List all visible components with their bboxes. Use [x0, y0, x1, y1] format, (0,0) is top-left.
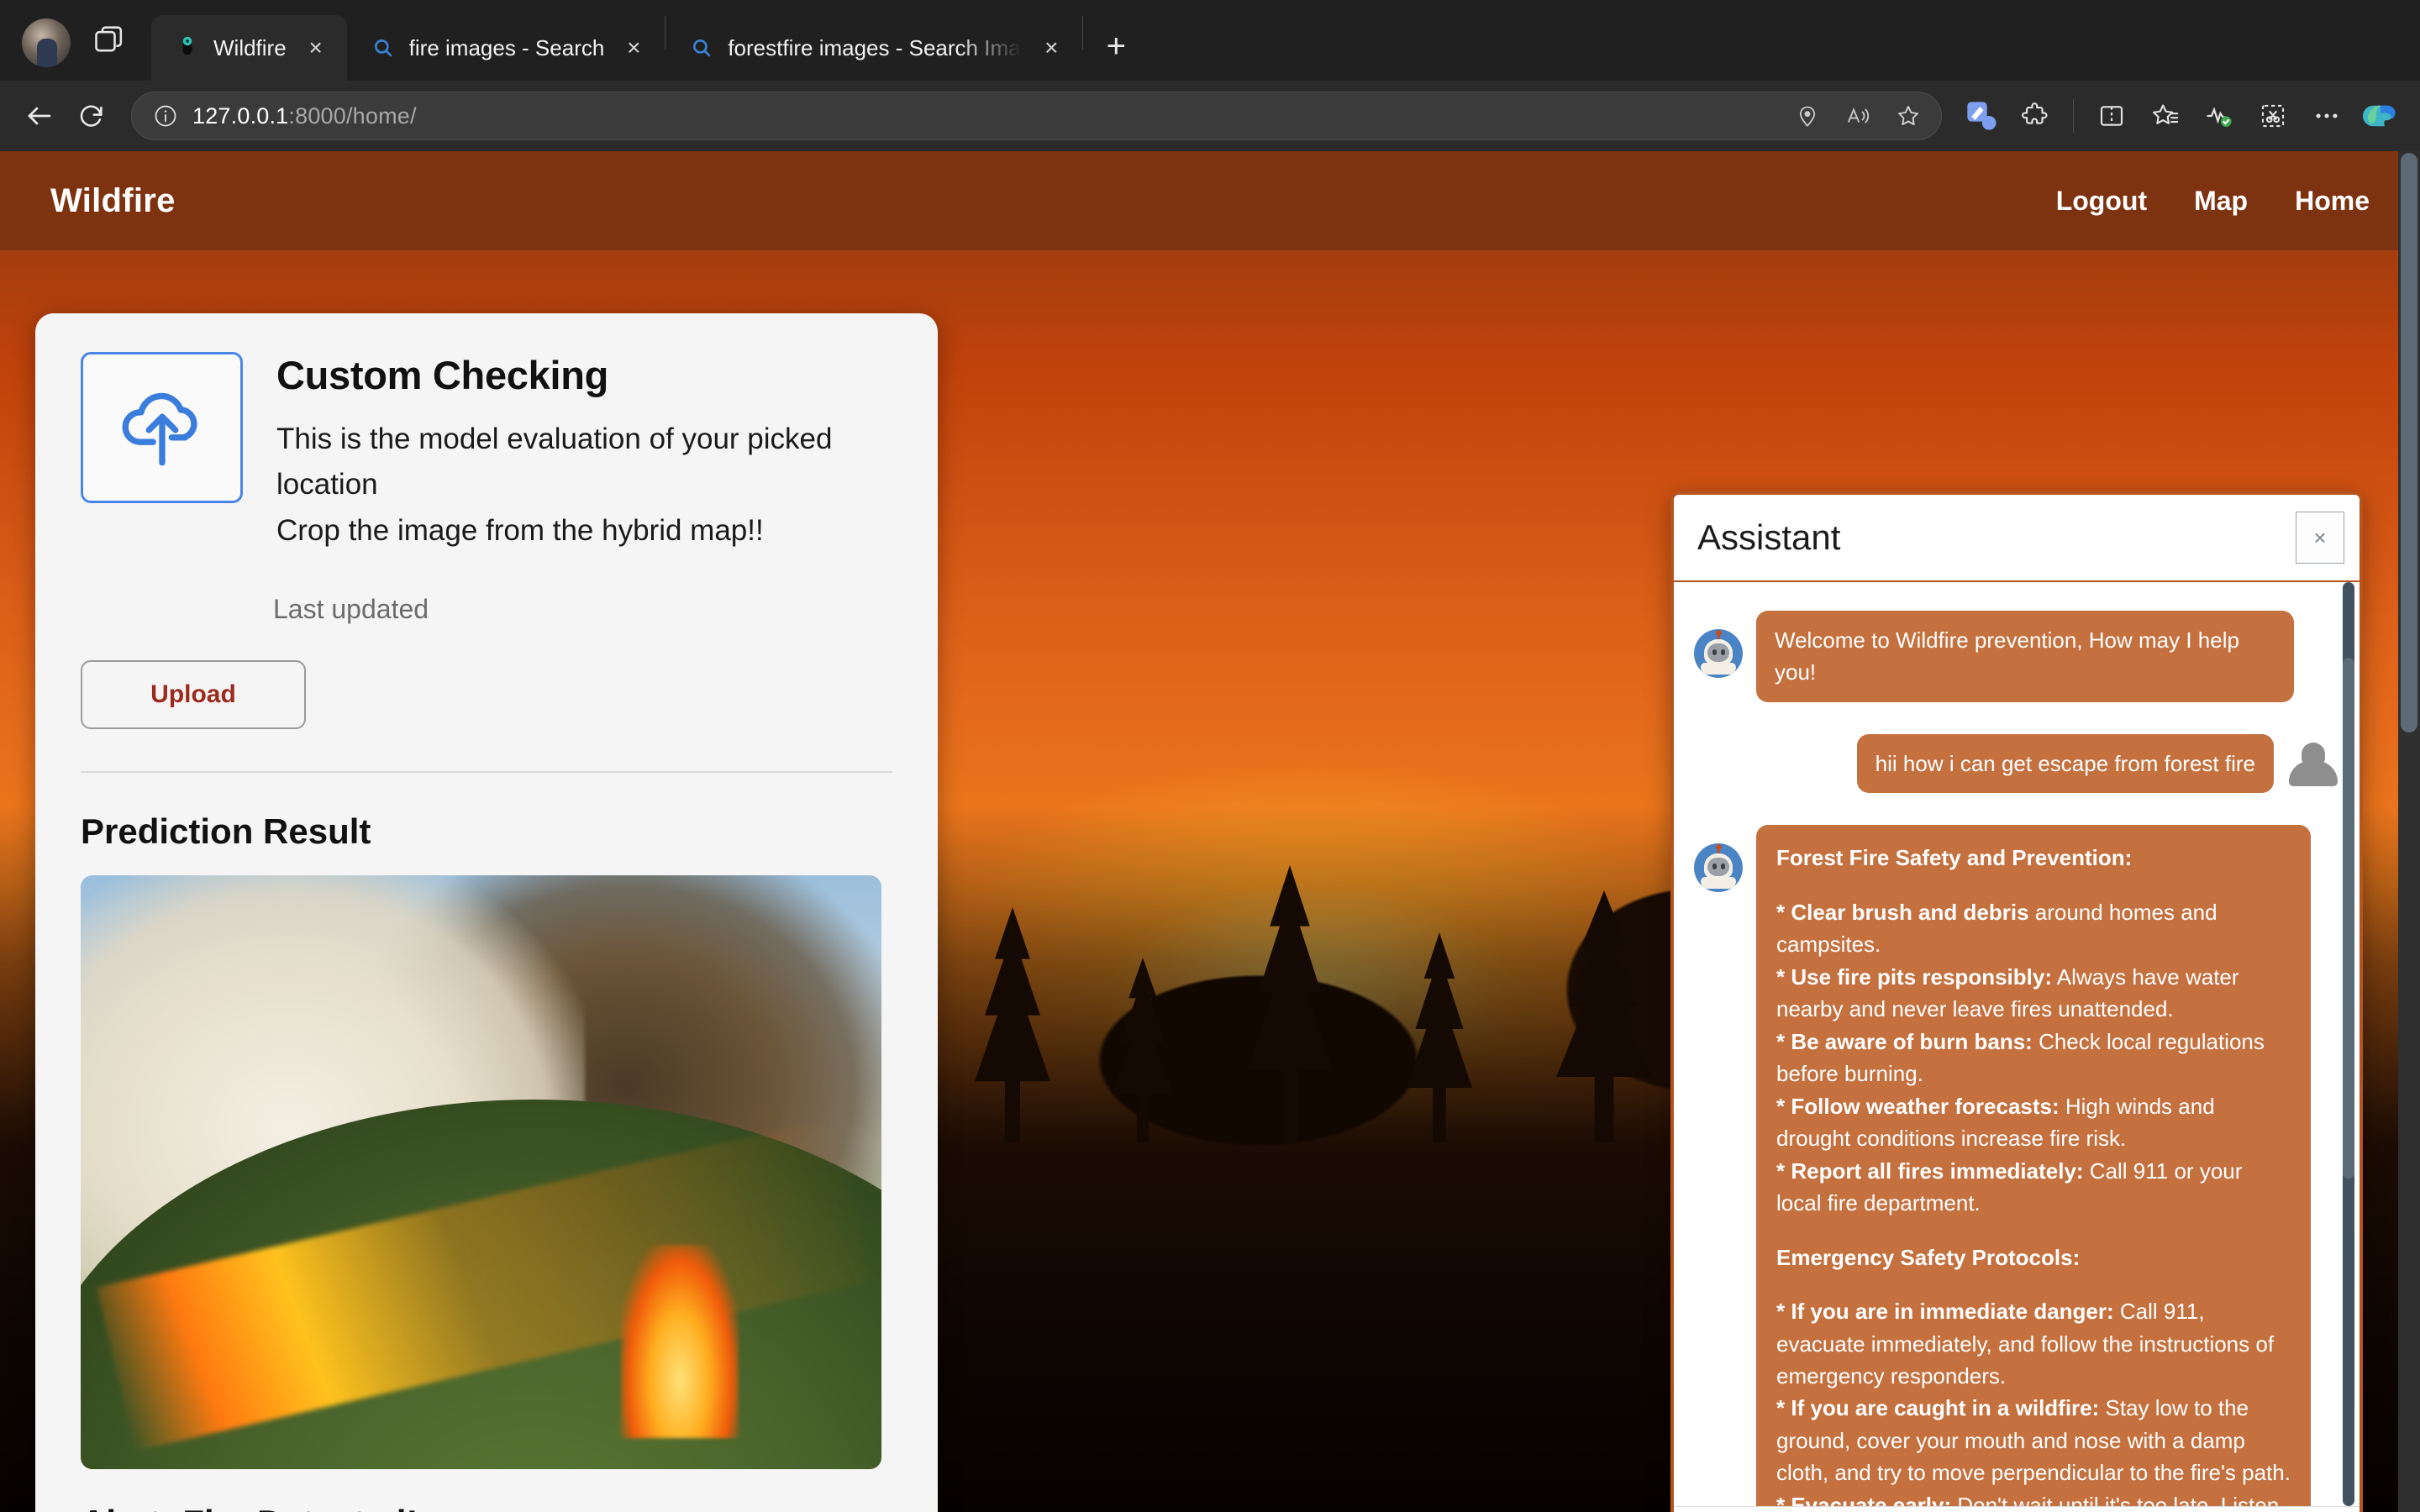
profile-avatar[interactable] — [22, 18, 71, 67]
bullet-3-bold: * Be aware of burn bans: — [1776, 1028, 2033, 1054]
bullet2-3-bold: * Evacuate early: — [1776, 1492, 1952, 1506]
cloud-upload-icon[interactable] — [81, 352, 243, 503]
chat-message-bot-safety: Forest Fire Safety and Prevention: * Cle… — [1694, 825, 2339, 1506]
bullet-5-bold: * Report all fires immediately: — [1776, 1158, 2084, 1184]
toolbar-divider — [2073, 99, 2074, 133]
close-icon[interactable]: × — [1034, 30, 1069, 66]
nav-links: Logout Map Home — [2056, 186, 2370, 217]
extensions-icon[interactable] — [2011, 92, 2060, 140]
upload-button[interactable]: Upload — [81, 659, 306, 729]
close-icon[interactable]: × — [616, 30, 651, 66]
tab-title: forestfire images - Search Imag — [728, 34, 1023, 60]
chat-header: Assistant × — [1674, 495, 2360, 582]
card-divider — [81, 770, 892, 773]
close-icon[interactable]: × — [2296, 512, 2344, 564]
url-text: 127.0.0.1:8000/home/ — [184, 103, 1783, 129]
prediction-result-heading: Prediction Result — [81, 811, 371, 851]
browser-window: Wildfire × fire images - Search × forest… — [0, 0, 2420, 1512]
browser-toolbar: 127.0.0.1:8000/home/ — [0, 81, 2420, 151]
site-navbar: Wildfire Logout Map Home — [0, 151, 2420, 250]
bullet-1-bold: * Clear brush and debris — [1776, 899, 2029, 925]
nav-link-logout[interactable]: Logout — [2056, 186, 2147, 217]
chat-input-row: Send — [1674, 1506, 2360, 1512]
favorites-star-icon[interactable] — [2141, 92, 2190, 140]
close-icon[interactable]: × — [298, 30, 334, 66]
card-text-block: Custom Checking This is the model evalua… — [276, 352, 892, 554]
info-icon[interactable] — [147, 97, 184, 134]
prediction-result-image — [81, 874, 881, 1469]
brand-logo[interactable]: Wildfire — [50, 182, 176, 220]
back-arrow-icon[interactable] — [15, 92, 64, 140]
url-path: :8000/home/ — [288, 102, 417, 129]
bullet-2-bold: * Use fire pits responsibly: — [1776, 963, 2052, 990]
last-updated-text: Last updated — [273, 593, 429, 624]
location-pin-icon[interactable] — [1783, 92, 1832, 140]
chat-message-bot-welcome: Welcome to Wildfire prevention, How may … — [1694, 611, 2339, 702]
tab-strip: Wildfire × fire images - Search × forest… — [0, 0, 2420, 81]
bot-avatar-icon — [1694, 629, 1743, 678]
chat-title: Assistant — [1697, 517, 1841, 557]
bullet2-1-bold: * If you are in immediate danger: — [1776, 1299, 2114, 1325]
chat-bubble: hii how i can get escape from forest fir… — [1856, 733, 2274, 794]
card-description-1: This is the model evaluation of your pic… — [276, 423, 833, 501]
toolbar-right-icons — [1957, 92, 2405, 140]
chat-bubble: Welcome to Wildfire prevention, How may … — [1756, 611, 2294, 702]
copilot-icon[interactable] — [2356, 92, 2405, 140]
card-description-2: Crop the image from the hybrid map!! — [276, 513, 764, 547]
more-options-icon[interactable] — [2302, 92, 2351, 140]
chat-scrollbar[interactable] — [2343, 582, 2354, 1506]
url-host: 127.0.0.1 — [192, 102, 289, 129]
screenshot-icon[interactable] — [2249, 92, 2297, 140]
page-title: Custom Checking — [276, 353, 609, 397]
page-scrollbar-thumb[interactable] — [2401, 153, 2417, 732]
bot-avatar-icon — [1694, 843, 1743, 893]
bullet2-2-bold: * If you are caught in a wildfire: — [1776, 1395, 2100, 1421]
tab-title: fire images - Search — [408, 34, 605, 60]
chat-message-list[interactable]: Welcome to Wildfire prevention, How may … — [1674, 582, 2360, 1506]
favorite-star-icon[interactable] — [1884, 92, 1933, 140]
custom-checking-card: Custom Checking This is the model evalua… — [35, 313, 938, 1512]
bullet-4-bold: * Follow weather forecasts: — [1776, 1093, 2060, 1119]
tab-forestfire-images[interactable]: forestfire images - Search Imag × — [666, 15, 1082, 81]
tab-fire-images[interactable]: fire images - Search × — [347, 15, 666, 81]
address-bar[interactable]: 127.0.0.1:8000/home/ — [131, 92, 1942, 140]
assistant-chat-panel: Assistant × Welcome to Wildfire preventi… — [1670, 491, 2363, 1512]
page-scrollbar[interactable] — [2398, 151, 2420, 1512]
chat-bubble: Forest Fire Safety and Prevention: * Cle… — [1756, 825, 2311, 1506]
split-screen-icon[interactable] — [2087, 92, 2136, 140]
new-tab-button[interactable]: + — [1092, 22, 1140, 71]
browser-essentials-icon[interactable] — [2195, 92, 2244, 140]
tab-wildfire[interactable]: Wildfire × — [151, 15, 347, 81]
nav-link-home[interactable]: Home — [2295, 186, 2370, 217]
user-avatar-icon — [2287, 739, 2339, 791]
alert-heading: Alert: Fire Detected! — [81, 1503, 892, 1512]
search-icon — [687, 34, 716, 62]
nav-link-map[interactable]: Map — [2194, 186, 2248, 217]
chat-message-user: hii how i can get escape from forest fir… — [1694, 733, 2339, 794]
tab-title: Wildfire — [213, 34, 287, 60]
search-icon — [369, 34, 397, 62]
tab-list-icon[interactable] — [87, 20, 133, 66]
reload-icon[interactable] — [67, 92, 116, 140]
tab-divider — [1082, 16, 1084, 50]
wildfire-icon — [173, 34, 202, 62]
read-aloud-icon[interactable] — [1833, 92, 1882, 140]
bot-heading-2: Emergency Safety Protocols: — [1776, 1244, 2081, 1270]
chat-scrollbar-thumb[interactable] — [2343, 658, 2354, 1179]
page-viewport: Wildfire Logout Map Home Custom Checking — [0, 151, 2420, 1512]
copilot-edit-icon[interactable] — [1957, 92, 2006, 140]
card-top-row: Custom Checking This is the model evalua… — [81, 352, 892, 554]
bot-heading-1: Forest Fire Safety and Prevention: — [1776, 845, 2133, 871]
